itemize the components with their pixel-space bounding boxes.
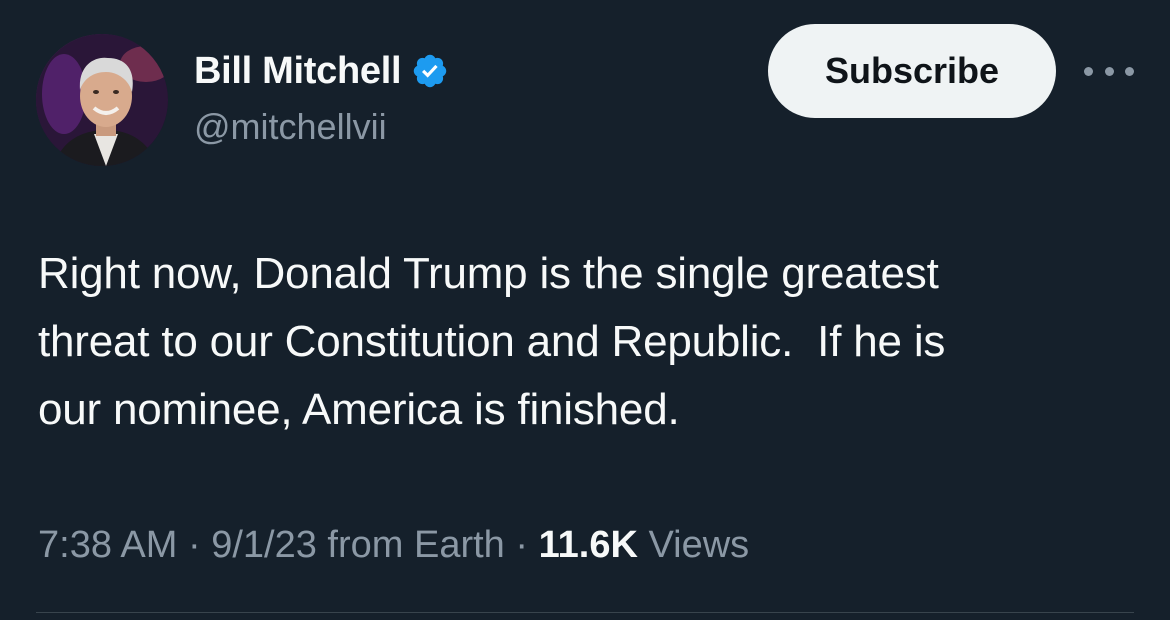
avatar[interactable] — [36, 34, 168, 166]
author-handle[interactable]: @mitchellvii — [194, 106, 387, 148]
tweet-meta: 7:38 AM · 9/1/23 from Earth · 11.6K View… — [38, 524, 749, 567]
tweet-source: from Earth — [327, 524, 505, 566]
tweet-text: Right now, Donald Trump is the single gr… — [38, 249, 946, 434]
more-dot — [1104, 66, 1114, 76]
meta-separator: · — [504, 524, 539, 566]
more-horizontal-icon[interactable] — [1084, 58, 1134, 84]
more-dot — [1125, 66, 1134, 76]
meta-space — [317, 524, 328, 567]
more-dot — [1084, 66, 1093, 76]
subscribe-button[interactable]: Subscribe — [768, 24, 1056, 118]
avatar-photo — [36, 34, 168, 166]
author-name-row: Bill Mitchell — [194, 46, 449, 96]
verified-badge-icon[interactable] — [411, 52, 449, 90]
author-display-name[interactable]: Bill Mitchell — [194, 50, 402, 93]
meta-separator: · — [177, 524, 212, 566]
tweet-card: Bill Mitchell @mitchellvii Subscribe Rig… — [0, 0, 1170, 620]
views-count[interactable]: 11.6K — [539, 524, 638, 567]
tweet-time[interactable]: 7:38 AM — [38, 524, 177, 567]
divider — [36, 612, 1134, 613]
views-label: Views — [648, 524, 750, 566]
meta-space — [638, 524, 649, 567]
tweet-date[interactable]: 9/1/23 — [211, 524, 317, 567]
